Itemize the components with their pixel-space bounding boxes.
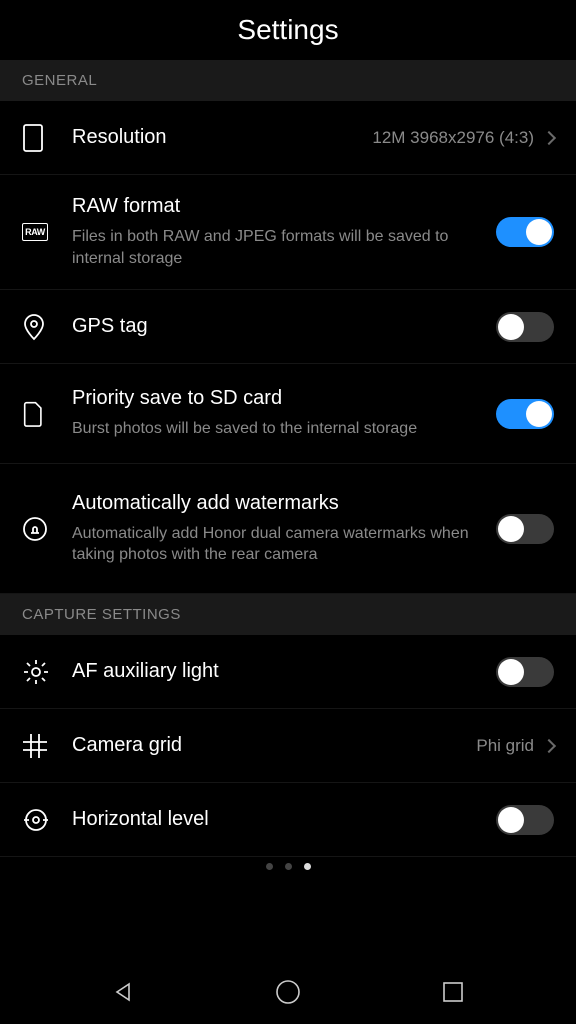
row-horizontal-level[interactable]: Horizontal level xyxy=(0,783,576,857)
sd-subtitle: Burst photos will be saved to the intern… xyxy=(72,418,484,440)
af-toggle[interactable] xyxy=(496,657,554,687)
row-resolution[interactable]: Resolution 12M 3968x2976 (4:3) xyxy=(0,101,576,175)
page-indicator xyxy=(0,857,576,876)
gps-toggle[interactable] xyxy=(496,312,554,342)
sd-title: Priority save to SD card xyxy=(72,387,484,410)
page-dot xyxy=(266,863,273,870)
sd-toggle[interactable] xyxy=(496,399,554,429)
row-raw-format[interactable]: RAW RAW format Files in both RAW and JPE… xyxy=(0,175,576,290)
stamp-icon xyxy=(22,516,72,542)
page-title: Settings xyxy=(237,14,338,46)
watermark-toggle[interactable] xyxy=(496,514,554,544)
chevron-right-icon xyxy=(542,130,556,144)
chevron-right-icon xyxy=(542,739,556,753)
level-title: Horizontal level xyxy=(72,808,484,831)
watermark-subtitle: Automatically add Honor dual camera wate… xyxy=(72,523,484,566)
row-af-light[interactable]: AF auxiliary light xyxy=(0,635,576,709)
row-camera-grid[interactable]: Camera grid Phi grid xyxy=(0,709,576,783)
section-capture-header: CAPTURE SETTINGS xyxy=(0,594,576,635)
row-sd-card[interactable]: Priority save to SD card Burst photos wi… xyxy=(0,364,576,464)
af-title: AF auxiliary light xyxy=(72,660,484,683)
grid-title: Camera grid xyxy=(72,734,464,757)
section-general-header: GENERAL xyxy=(0,60,576,101)
nav-back-button[interactable] xyxy=(108,977,138,1007)
raw-icon: RAW xyxy=(22,223,72,241)
page-dot xyxy=(285,863,292,870)
grid-icon xyxy=(22,733,72,759)
level-icon xyxy=(22,806,72,834)
raw-title: RAW format xyxy=(72,195,484,218)
row-gps-tag[interactable]: GPS tag xyxy=(0,290,576,364)
level-toggle[interactable] xyxy=(496,805,554,835)
nav-home-button[interactable] xyxy=(273,977,303,1007)
location-pin-icon xyxy=(22,313,72,341)
resolution-title: Resolution xyxy=(72,126,360,149)
system-navbar xyxy=(0,960,576,1024)
sun-icon xyxy=(22,658,72,686)
nav-recent-button[interactable] xyxy=(438,977,468,1007)
grid-value: Phi grid xyxy=(476,736,534,756)
page-dot xyxy=(304,863,311,870)
sd-card-icon xyxy=(22,400,72,428)
raw-subtitle: Files in both RAW and JPEG formats will … xyxy=(72,226,484,269)
row-watermarks[interactable]: Automatically add watermarks Automatical… xyxy=(0,464,576,594)
raw-toggle[interactable] xyxy=(496,217,554,247)
page-header: Settings xyxy=(0,0,576,60)
resolution-icon xyxy=(22,123,72,153)
resolution-value: 12M 3968x2976 (4:3) xyxy=(372,128,534,148)
gps-title: GPS tag xyxy=(72,315,484,338)
watermark-title: Automatically add watermarks xyxy=(72,492,484,515)
